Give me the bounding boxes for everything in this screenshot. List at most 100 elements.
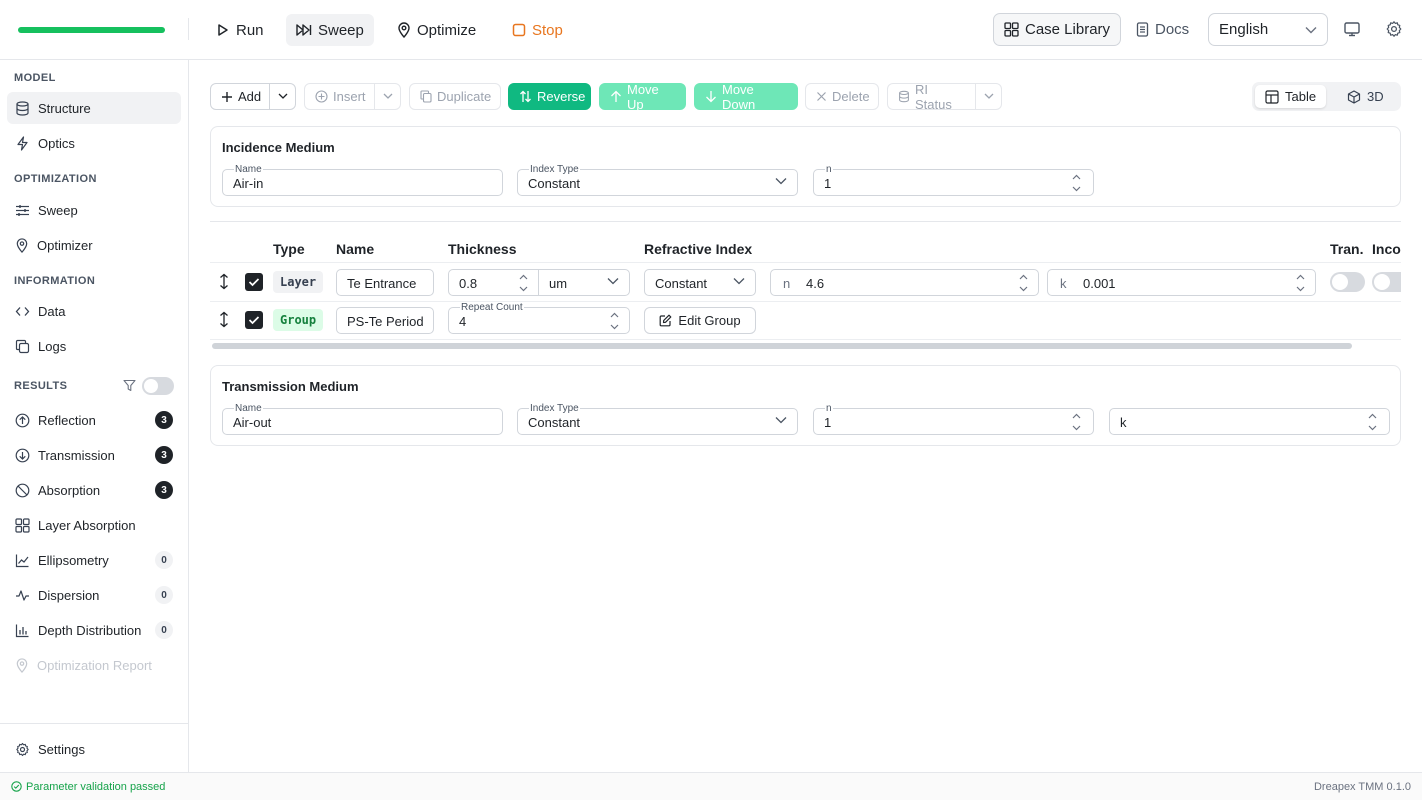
count-badge: 3 (155, 411, 173, 429)
insert-label: Insert (333, 89, 366, 104)
sidebar-divider (0, 723, 188, 724)
chevron-down-icon (278, 93, 288, 100)
move-up-button[interactable]: Move Up (599, 82, 686, 112)
thickness-unit-select[interactable]: um (538, 269, 630, 296)
stepper-icon[interactable] (1019, 273, 1028, 293)
insert-button[interactable]: Insert (304, 83, 375, 110)
incidence-n-input[interactable]: n 1 (813, 164, 1094, 196)
count-badge: 0 (155, 621, 173, 639)
insert-dropdown-button[interactable] (374, 83, 401, 110)
sidebar-item-label: Reflection (38, 412, 96, 428)
ri-status-dropdown-button[interactable] (975, 83, 1002, 110)
extinction-k-input[interactable]: k 0.001 (1047, 269, 1316, 296)
incidence-name-field[interactable]: Name Air-in (222, 164, 503, 196)
results-filter-toggle[interactable] (142, 377, 174, 395)
sidebar-item-label: Depth Distribution (38, 622, 142, 638)
case-library-button[interactable]: Case Library (993, 13, 1122, 46)
document-icon (1136, 22, 1149, 37)
app-version: Dreapex TMM 0.1.0 (1313, 780, 1411, 793)
transparent-toggle[interactable] (1330, 272, 1365, 292)
fast-forward-icon (296, 23, 312, 37)
transmission-index-type-select[interactable]: Index Type Constant (517, 403, 798, 435)
incidence-index-type-select[interactable]: Index Type Constant (517, 164, 798, 196)
sidebar-item-optimization-report[interactable]: Optimization Report (7, 649, 181, 681)
add-button[interactable]: Add (210, 83, 270, 110)
sidebar: MODEL Structure Optics OPTIMIZATION Swee… (0, 60, 189, 772)
stepper-icon[interactable] (1072, 173, 1081, 193)
drag-handle-icon[interactable] (218, 273, 230, 290)
sidebar-item-depth-distribution[interactable]: Depth Distribution 0 (7, 614, 181, 646)
sidebar-item-structure[interactable]: Structure (7, 92, 181, 124)
group-enabled-checkbox[interactable] (245, 311, 263, 329)
transmission-k-input[interactable]: k (1109, 408, 1390, 435)
sidebar-item-absorption[interactable]: Absorption 3 (7, 474, 181, 506)
stepper-icon[interactable] (519, 273, 528, 293)
language-select[interactable]: English (1208, 13, 1328, 46)
horizontal-scrollbar[interactable] (212, 343, 1352, 349)
move-down-button[interactable]: Move Down (694, 82, 798, 112)
optimize-button[interactable]: Optimize (387, 14, 486, 46)
validation-status: Parameter validation passed (11, 781, 165, 793)
field-value: 1 (824, 415, 832, 430)
language-value: English (1219, 21, 1269, 38)
repeat-count-input[interactable]: Repeat Count 4 (448, 302, 630, 334)
sidebar-item-dispersion[interactable]: Dispersion 0 (7, 579, 181, 611)
group-name-input[interactable]: PS-Te Period (336, 307, 434, 334)
sidebar-item-sweep[interactable]: Sweep (7, 194, 181, 226)
sidebar-item-label: Optimization Report (37, 657, 152, 673)
refractive-index-type-select[interactable]: Constant (644, 269, 756, 296)
stepper-icon[interactable] (1072, 412, 1081, 432)
monitor-icon[interactable] (1343, 20, 1361, 38)
cell-value: um (549, 276, 568, 291)
filter-icon[interactable] (123, 379, 136, 392)
stepper-icon[interactable] (610, 311, 619, 331)
docs-button[interactable]: Docs (1136, 13, 1189, 46)
stop-button[interactable]: Stop (502, 14, 573, 46)
transmission-name-field[interactable]: Name Air-out (222, 403, 503, 435)
section-information: INFORMATION (14, 275, 96, 287)
incoherent-toggle[interactable] (1372, 272, 1401, 292)
count-badge: 0 (155, 586, 173, 604)
add-dropdown-button[interactable] (269, 83, 296, 110)
run-button[interactable]: Run (206, 14, 274, 46)
row-divider (210, 339, 1401, 340)
gear-icon[interactable] (1385, 20, 1403, 38)
transmission-n-input[interactable]: n 1 (813, 403, 1094, 435)
view-3d-label: 3D (1367, 89, 1384, 104)
stepper-icon[interactable] (1368, 412, 1377, 432)
refractive-n-input[interactable]: n 4.6 (770, 269, 1039, 296)
layer-enabled-checkbox[interactable] (245, 273, 263, 291)
chevron-down-icon (1305, 26, 1317, 34)
database-icon (15, 100, 30, 116)
edit-group-label: Edit Group (678, 313, 741, 328)
ri-status-button[interactable]: RI Status (887, 82, 976, 112)
play-icon (216, 23, 230, 37)
sidebar-item-data[interactable]: Data (7, 295, 181, 327)
drag-handle-icon[interactable] (218, 311, 230, 328)
edit-group-button[interactable]: Edit Group (644, 307, 756, 334)
sidebar-item-transmission[interactable]: Transmission 3 (7, 439, 181, 471)
n-prefix: n (783, 276, 791, 291)
view-switcher: Table 3D (1252, 82, 1401, 111)
reverse-button[interactable]: Reverse (508, 83, 591, 110)
sidebar-item-logs[interactable]: Logs (7, 330, 181, 362)
layer-name-input[interactable]: Te Entrance (336, 269, 434, 296)
row-divider (210, 301, 1401, 302)
sidebar-item-optics[interactable]: Optics (7, 127, 181, 159)
sidebar-item-optimizer[interactable]: Optimizer (7, 229, 181, 261)
duplicate-button[interactable]: Duplicate (409, 83, 501, 110)
field-label: Index Type (529, 164, 580, 175)
sidebar-item-ellipsometry[interactable]: Ellipsometry 0 (7, 544, 181, 576)
chevron-down-icon (733, 277, 745, 285)
delete-button[interactable]: Delete (805, 83, 879, 110)
view-3d-tab[interactable]: 3D (1337, 85, 1394, 108)
sidebar-item-layer-absorption[interactable]: Layer Absorption (7, 509, 181, 541)
sweep-button[interactable]: Sweep (286, 14, 374, 46)
sidebar-item-settings[interactable]: Settings (7, 733, 181, 765)
sidebar-item-reflection[interactable]: Reflection 3 (7, 404, 181, 436)
stepper-icon[interactable] (1296, 273, 1305, 293)
copy-icon (15, 339, 30, 354)
thickness-input[interactable]: 0.8 (448, 269, 539, 296)
run-label: Run (236, 21, 264, 39)
view-table-tab[interactable]: Table (1255, 85, 1327, 108)
